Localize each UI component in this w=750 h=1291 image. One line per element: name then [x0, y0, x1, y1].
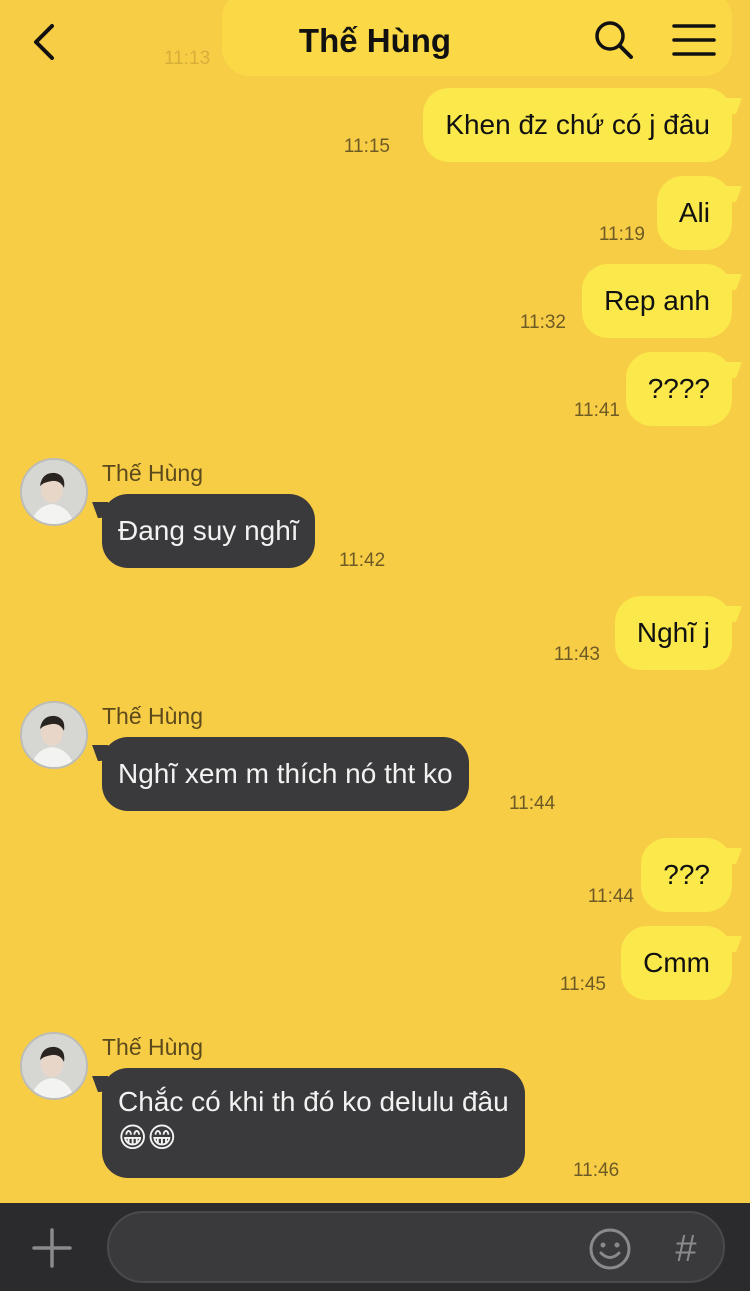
search-icon[interactable]	[594, 20, 634, 60]
hashtag-button[interactable]: #	[668, 1227, 704, 1271]
message-time: 11:44	[509, 793, 556, 814]
incoming-message[interactable]: Nghĩ xem m thích nó tht ko	[102, 737, 469, 811]
sender-name: Thế Hùng	[102, 1034, 204, 1060]
outgoing-message[interactable]: Nghĩ j	[614, 596, 732, 670]
outgoing-message[interactable]: Ali	[656, 176, 732, 250]
message-time: 11:15	[343, 136, 390, 157]
message-time: 11:46	[573, 1160, 620, 1181]
outgoing-message[interactable]: Khen đz chứ có j đâu	[423, 88, 732, 162]
sender-name: Thế Hùng	[102, 703, 204, 729]
incoming-message[interactable]: Chắc có khi th đó ko delulu đâu 😁😁	[102, 1068, 525, 1178]
message-time: 11:45	[559, 974, 606, 995]
sender-name: Thế Hùng	[102, 460, 204, 486]
message-time: 11:42	[339, 550, 386, 571]
chat-title: Thế Hùng	[298, 22, 452, 59]
message-emoji-line: 😁😁	[118, 1122, 177, 1153]
message-time: 11:32	[519, 312, 566, 333]
message-time: 11:41	[573, 400, 620, 421]
emoji-icon[interactable]	[588, 1227, 632, 1271]
message-input[interactable]	[107, 1211, 725, 1283]
avatar[interactable]	[20, 458, 88, 526]
outgoing-message[interactable]: ????	[625, 352, 732, 426]
plus-icon[interactable]	[32, 1228, 72, 1268]
incoming-message[interactable]: Đang suy nghĩ	[102, 494, 315, 568]
avatar[interactable]	[20, 1032, 88, 1100]
menu-icon[interactable]	[672, 22, 716, 58]
outgoing-message[interactable]: Cmm	[621, 926, 732, 1000]
message-text-line: Chắc có khi th đó ko delulu đâu	[118, 1086, 509, 1117]
message-time: 11:44	[587, 886, 634, 907]
message-time: 11:43	[553, 644, 600, 665]
message-time: 11:19	[598, 224, 645, 245]
outgoing-message[interactable]: Rep anh	[582, 264, 732, 338]
avatar[interactable]	[20, 701, 88, 769]
outgoing-message[interactable]: ???	[641, 838, 732, 912]
chat-header: 11:13 Thế Hùng	[0, 0, 750, 84]
message-composer: #	[0, 1203, 750, 1291]
